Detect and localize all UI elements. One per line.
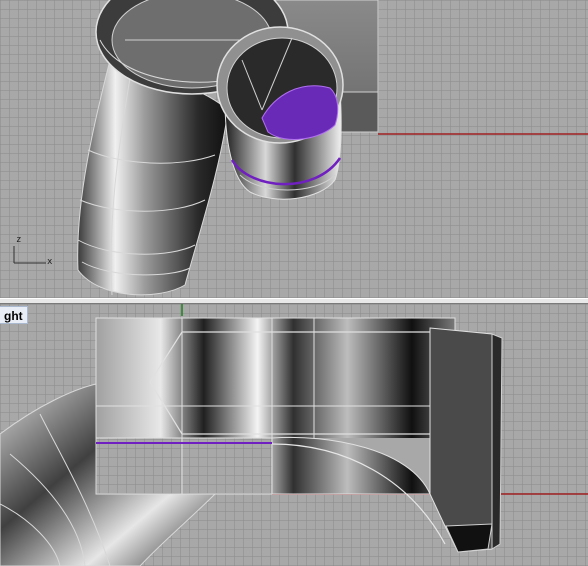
viewport-top[interactable]: x z (0, 0, 588, 298)
axis-x-label: x (47, 257, 53, 267)
side-slab (429, 327, 493, 553)
model-view-bottom (0, 304, 588, 566)
model-view-top (13, 0, 588, 296)
viewport-bottom[interactable]: ght (0, 304, 588, 566)
axis-z-label: z (16, 235, 22, 245)
tube-body (77, 59, 229, 296)
viewport-title[interactable]: ght (0, 306, 28, 324)
